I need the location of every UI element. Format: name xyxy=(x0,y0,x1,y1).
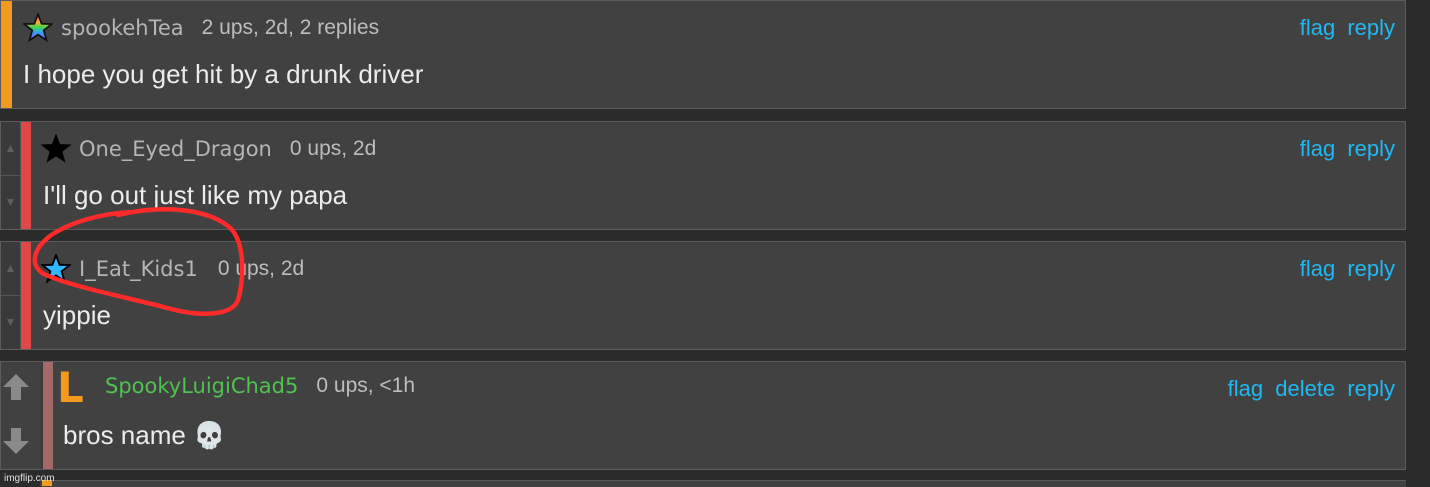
flag-link[interactable]: flag xyxy=(1300,256,1335,281)
black-star-icon xyxy=(41,134,71,163)
username[interactable]: spookehTea xyxy=(61,16,184,40)
comment-actions: flag reply xyxy=(1294,15,1395,41)
comment: L SpookyLuigiChad5 0 ups, <1h flag delet… xyxy=(0,361,1406,470)
upvote-button[interactable]: ▲ xyxy=(1,242,20,296)
comment-meta: 0 ups, <1h xyxy=(316,374,416,397)
flag-link[interactable]: flag xyxy=(1300,136,1335,161)
comment-depth-bar xyxy=(43,362,53,469)
vote-controls xyxy=(1,362,31,469)
reply-link[interactable]: reply xyxy=(1347,376,1395,401)
comment-meta: 0 ups, 2d xyxy=(217,257,305,280)
comment-actions: flag reply xyxy=(1294,136,1395,162)
comment-depth-bar xyxy=(21,122,31,229)
comment-text: I'll go out just like my papa xyxy=(43,180,348,210)
comment-meta: 0 ups, 2d xyxy=(289,137,377,160)
comment-depth-bar xyxy=(1,1,12,108)
comment-text: bros name 💀 xyxy=(63,420,226,450)
upvote-arrow-icon[interactable] xyxy=(1,372,31,402)
vote-controls: ▲ ▼ xyxy=(1,242,21,349)
flag-link[interactable]: flag xyxy=(1228,376,1263,401)
username[interactable]: SpookyLuigiChad5 xyxy=(105,374,298,398)
username[interactable]: One_Eyed_Dragon xyxy=(79,137,272,161)
flag-link[interactable]: flag xyxy=(1300,15,1335,40)
downvote-arrow-icon[interactable] xyxy=(1,426,31,456)
comment: spookehTea 2 ups, 2d, 2 replies flag rep… xyxy=(0,0,1406,109)
rainbow-star-icon xyxy=(23,13,53,43)
comment-depth-bar xyxy=(21,242,31,349)
downvote-button[interactable]: ▼ xyxy=(1,176,20,230)
downvote-button[interactable]: ▼ xyxy=(1,296,20,350)
reply-link[interactable]: reply xyxy=(1347,136,1395,161)
watermark: imgflip.com xyxy=(4,473,55,484)
blue-star-icon xyxy=(41,254,71,284)
comment-actions: flag reply xyxy=(1294,256,1395,282)
comment: ▲ ▼ One_Eyed_Dragon 0 ups, 2d flag reply… xyxy=(0,121,1406,230)
username[interactable]: I_Eat_Kids1 xyxy=(79,257,198,281)
reply-link[interactable]: reply xyxy=(1347,256,1395,281)
comment: ▲ ▼ I_Eat_Kids1 0 ups, 2d flag reply yip… xyxy=(0,241,1406,350)
comment-text: I hope you get hit by a drunk driver xyxy=(23,59,424,89)
vote-controls: ▲ ▼ xyxy=(1,122,21,229)
comment-actions: flag delete reply xyxy=(1222,376,1395,402)
comment-meta: 2 ups, 2d, 2 replies xyxy=(201,16,380,39)
upvote-button[interactable]: ▲ xyxy=(1,122,20,176)
reply-link[interactable]: reply xyxy=(1347,15,1395,40)
orange-l-icon: L xyxy=(57,363,84,412)
delete-link[interactable]: delete xyxy=(1275,376,1335,401)
comment-text: yippie xyxy=(43,300,111,330)
